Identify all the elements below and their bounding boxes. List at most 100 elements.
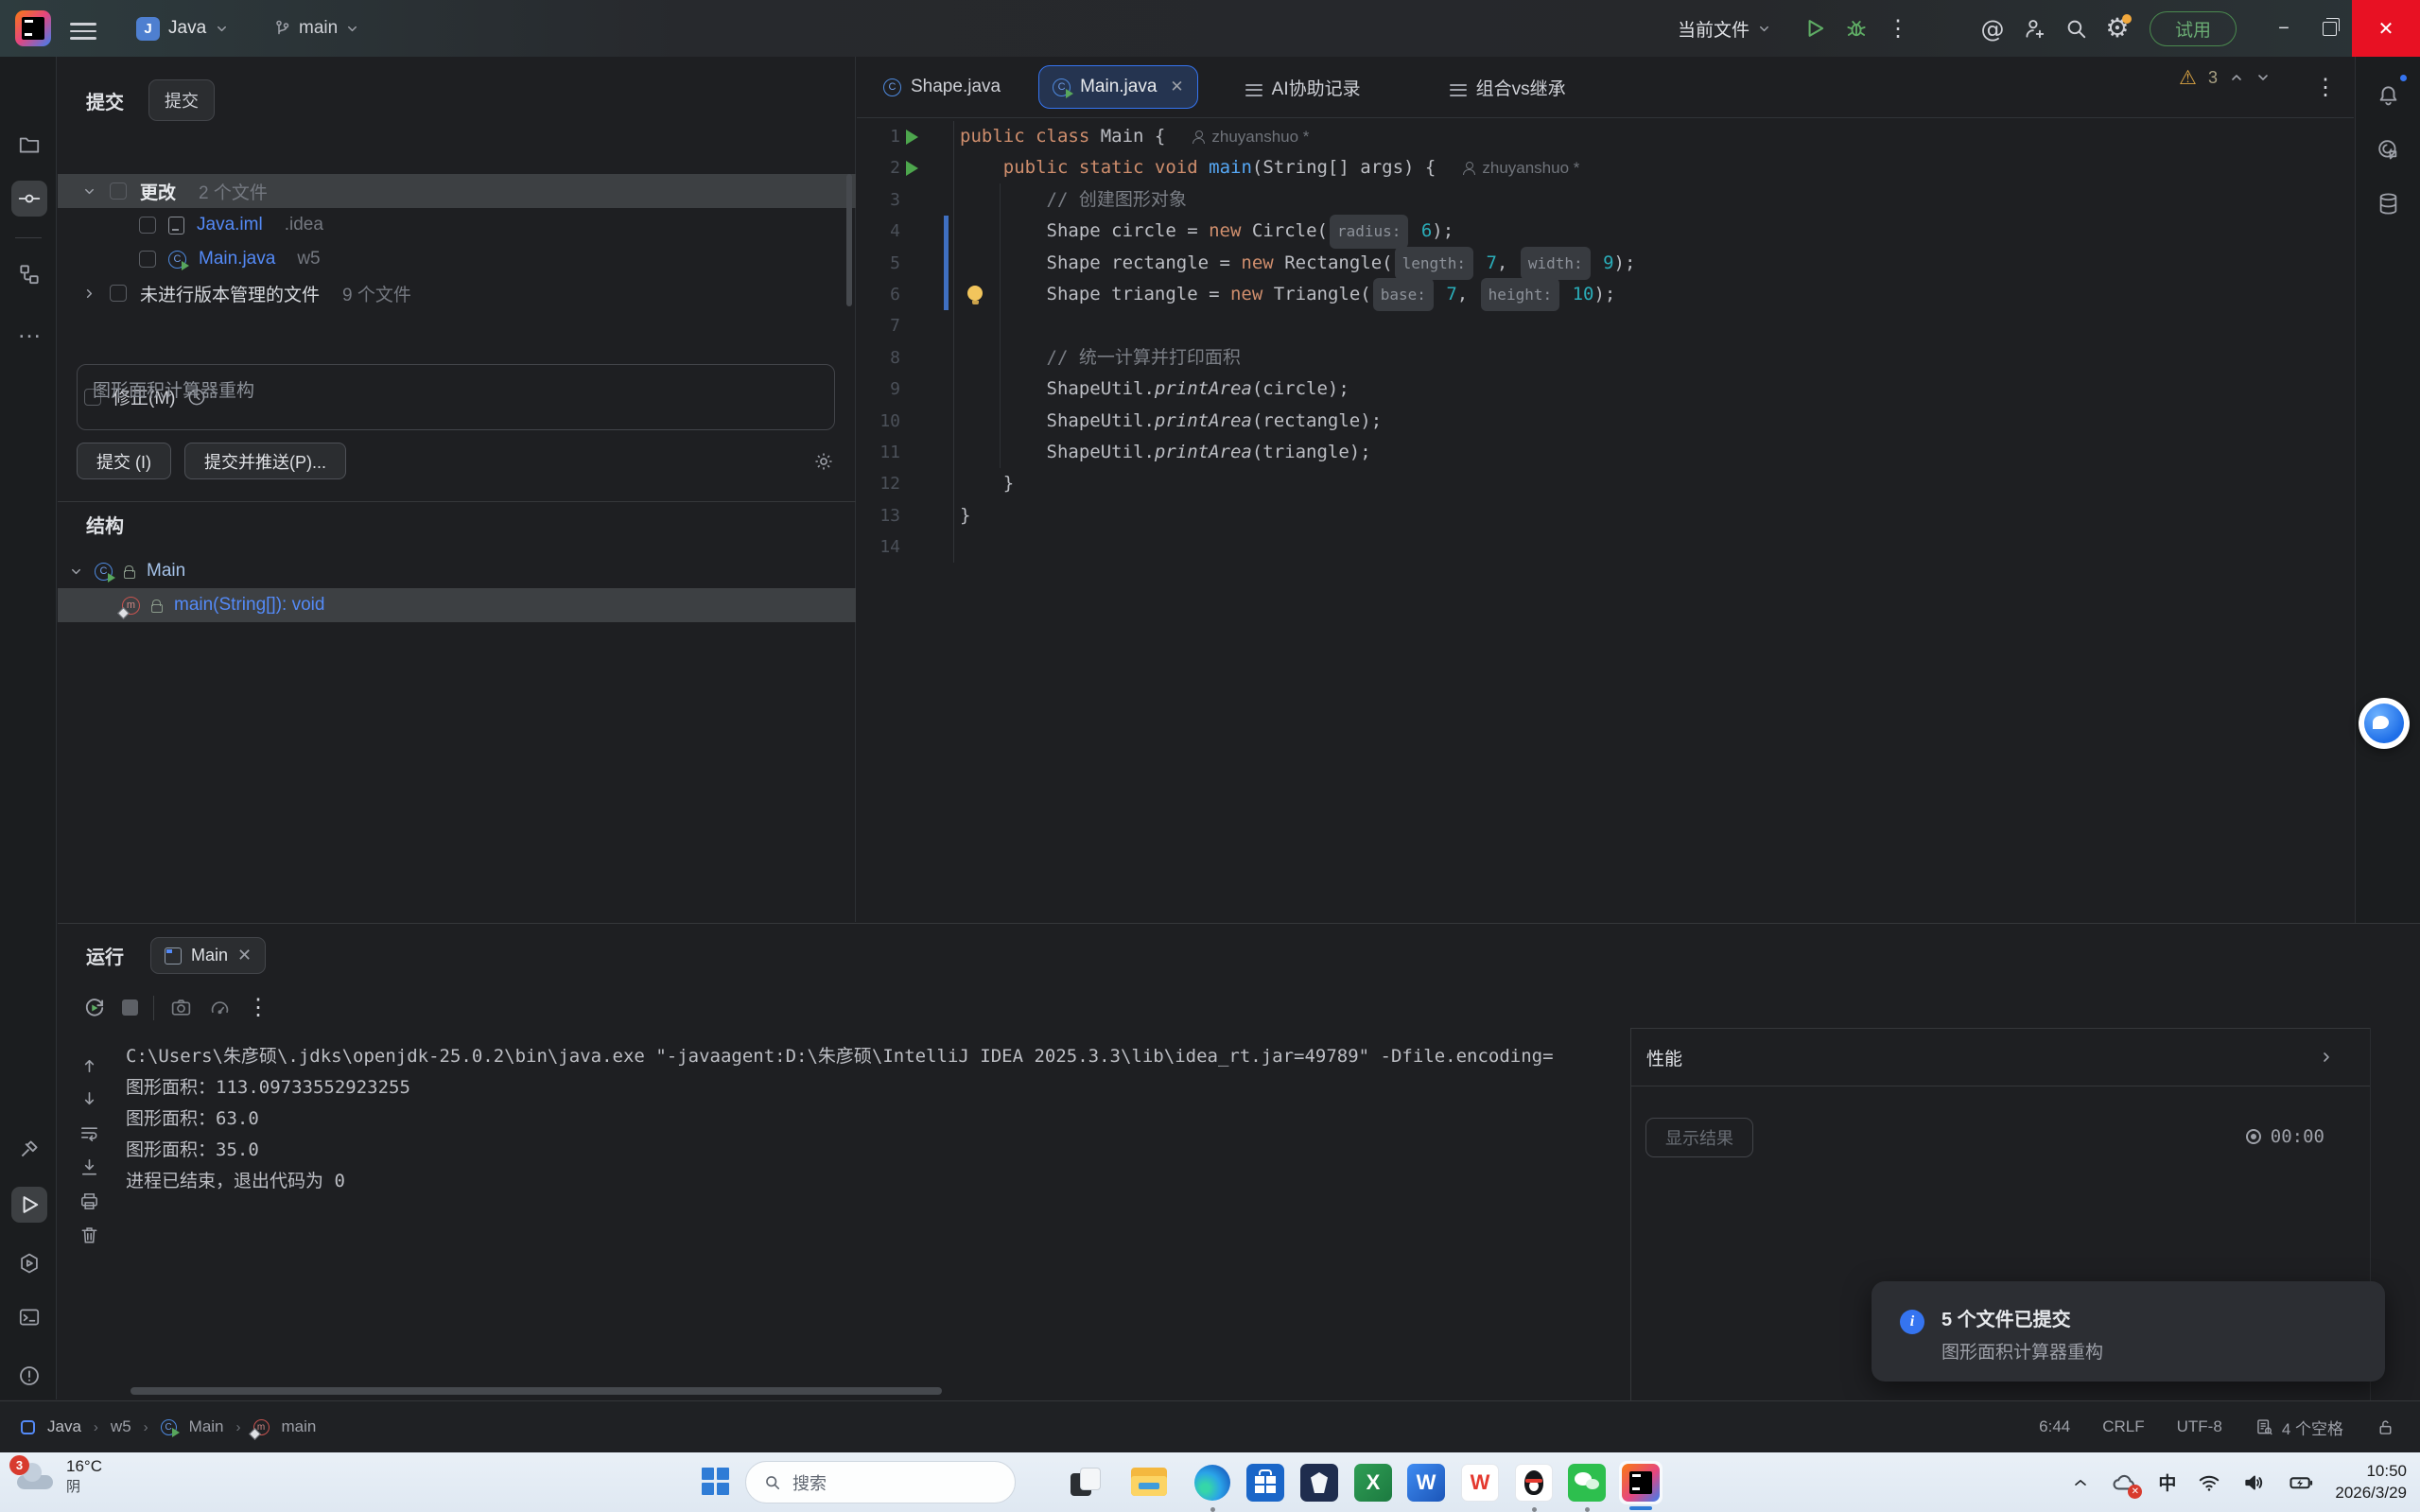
problems-tool-icon[interactable] <box>11 1358 47 1394</box>
edge-browser-icon[interactable] <box>1191 1461 1234 1504</box>
branch-selector[interactable]: main <box>263 11 369 45</box>
code-line[interactable]: 7 <box>857 310 2354 341</box>
file-encoding[interactable]: UTF-8 <box>2177 1417 2222 1436</box>
structure-method-node[interactable]: m main(String[]): void <box>58 588 856 622</box>
changes-tree-node[interactable]: 更改 2 个文件 <box>58 174 856 208</box>
close-button[interactable]: ✕ <box>2352 0 2420 57</box>
scroll-down-icon[interactable] <box>78 1088 100 1110</box>
onedrive-icon[interactable]: ✕ <box>2111 1469 2137 1496</box>
weather-widget[interactable]: 3 16°C 阴 <box>13 1456 102 1497</box>
console-output[interactable]: C:\Users\朱彦硕\.jdks\openjdk-25.0.2\bin\ja… <box>126 1041 1620 1197</box>
chevron-right-icon[interactable] <box>2319 1050 2334 1065</box>
minimize-button[interactable]: − <box>2261 0 2307 57</box>
chevron-down-icon[interactable] <box>69 565 83 579</box>
chevron-right-icon[interactable] <box>82 287 96 301</box>
editor-gutter[interactable]: 8 <box>857 342 954 374</box>
word-icon[interactable]: W <box>1404 1461 1448 1504</box>
structure-class-node[interactable]: C Main <box>58 554 856 588</box>
run-line-icon[interactable] <box>906 161 918 176</box>
debug-button[interactable] <box>1836 9 1877 47</box>
more-actions-icon[interactable]: ⋮ <box>1877 9 1919 47</box>
code-area[interactable]: 1public class Main {zhuyanshuo *2 public… <box>857 121 2354 563</box>
code-line[interactable]: 6 Shape triangle = new Triangle(base: 7,… <box>857 279 2354 310</box>
tab-composition-notes[interactable]: 组合vs继承 <box>1436 65 1579 109</box>
run-more-options-icon[interactable]: ⋮ <box>247 994 270 1021</box>
services-tool-icon[interactable] <box>11 1245 47 1281</box>
trial-badge[interactable]: 试用 <box>2150 11 2237 46</box>
commit-and-push-button[interactable]: 提交并推送(P)... <box>184 443 346 479</box>
scroll-to-end-icon[interactable] <box>78 1156 100 1178</box>
task-view-button[interactable] <box>1064 1461 1107 1504</box>
code-line[interactable]: 8 // 统一计算并打印面积 <box>857 342 2354 374</box>
scroll-up-icon[interactable] <box>78 1054 100 1076</box>
tab-options-icon[interactable]: ⋮ <box>2314 74 2337 101</box>
security-app-icon[interactable] <box>1297 1461 1341 1504</box>
inspection-widget[interactable]: ⚠ 3 <box>2179 66 2271 89</box>
run-tab-main[interactable]: Main ✕ <box>150 937 266 974</box>
database-tool-icon[interactable] <box>2370 185 2406 221</box>
commit-button[interactable]: 提交 (I) <box>77 443 171 479</box>
indent-setting[interactable]: 4 个空格 <box>2255 1416 2343 1439</box>
breadcrumb-class[interactable]: Main <box>189 1417 224 1436</box>
intention-bulb-icon[interactable] <box>967 286 983 301</box>
commit-message-input[interactable]: 图形面积计算器重构 <box>77 364 835 430</box>
editor-gutter[interactable]: 9 <box>857 374 954 405</box>
commit-tool-icon[interactable] <box>11 181 47 217</box>
changes-checkbox[interactable] <box>110 182 127 200</box>
close-tab-icon[interactable]: ✕ <box>1170 78 1183 96</box>
file-explorer-icon[interactable] <box>1127 1461 1171 1504</box>
write-access-lock-icon[interactable] <box>2376 1417 2395 1437</box>
intellij-logo-icon[interactable] <box>15 10 51 46</box>
assistant-float-ball[interactable] <box>2359 698 2410 749</box>
console-hscrollbar[interactable] <box>131 1387 942 1395</box>
qq-icon[interactable] <box>1512 1461 1556 1504</box>
editor-gutter[interactable]: 4 <box>857 216 954 247</box>
code-line[interactable]: 11 ShapeUtil.printArea(triangle); <box>857 437 2354 468</box>
ai-assistant-icon[interactable]: @ <box>1972 9 2013 47</box>
editor-gutter[interactable]: 5 <box>857 248 954 279</box>
add-user-icon[interactable] <box>2013 9 2055 47</box>
editor-gutter[interactable]: 10 <box>857 406 954 437</box>
tray-expand-icon[interactable] <box>2071 1473 2090 1492</box>
volume-icon[interactable] <box>2242 1470 2267 1495</box>
unversioned-tree-node[interactable]: 未进行版本管理的文件 9 个文件 <box>58 276 856 310</box>
search-everywhere-icon[interactable] <box>2055 9 2097 47</box>
line-separator[interactable]: CRLF <box>2102 1417 2144 1436</box>
build-tool-icon[interactable] <box>11 1131 47 1167</box>
run-tool-icon[interactable] <box>11 1187 47 1223</box>
tree-scrollbar[interactable] <box>846 174 852 306</box>
next-problem-icon[interactable] <box>2255 70 2271 85</box>
editor-gutter[interactable]: 7 <box>857 310 954 341</box>
tab-main-java[interactable]: C Main.java ✕ <box>1038 65 1198 109</box>
rerun-icon[interactable] <box>82 996 107 1020</box>
file-checkbox[interactable] <box>139 217 156 234</box>
close-run-tab-icon[interactable]: ✕ <box>237 946 252 965</box>
code-line[interactable]: 13} <box>857 500 2354 531</box>
editor-gutter[interactable]: 13 <box>857 500 954 531</box>
start-button[interactable] <box>702 1468 730 1496</box>
code-line[interactable]: 1public class Main {zhuyanshuo * <box>857 121 2354 152</box>
editor-gutter[interactable]: 6 <box>857 279 954 310</box>
structure-tool-icon[interactable] <box>11 256 47 292</box>
breadcrumb-method[interactable]: main <box>282 1417 317 1436</box>
commit-tab[interactable]: 提交 <box>148 79 215 121</box>
excel-icon[interactable]: X <box>1351 1461 1395 1504</box>
prev-problem-icon[interactable] <box>2229 70 2244 85</box>
editor-gutter[interactable]: 3 <box>857 184 954 216</box>
editor-gutter[interactable]: 11 <box>857 437 954 468</box>
editor-gutter[interactable]: 14 <box>857 531 954 563</box>
changed-file-row[interactable]: C Main.java w5 <box>58 242 856 276</box>
profiler-icon[interactable] <box>208 996 232 1019</box>
breadcrumb-module[interactable]: w5 <box>111 1417 131 1436</box>
settings-icon[interactable]: ⚙ <box>2097 9 2138 47</box>
code-line[interactable]: 10 ShapeUtil.printArea(rectangle); <box>857 406 2354 437</box>
soft-wrap-icon[interactable] <box>78 1122 100 1144</box>
main-menu-icon[interactable] <box>70 18 96 39</box>
code-line[interactable]: 4 Shape circle = new Circle(radius: 6); <box>857 216 2354 247</box>
print-icon[interactable] <box>78 1190 100 1212</box>
changed-file-row[interactable]: Java.iml .idea <box>58 208 856 242</box>
battery-icon[interactable] <box>2288 1469 2314 1496</box>
project-selector[interactable]: J Java <box>127 11 238 45</box>
code-line[interactable]: 12 } <box>857 468 2354 499</box>
wechat-icon[interactable] <box>1565 1461 1609 1504</box>
